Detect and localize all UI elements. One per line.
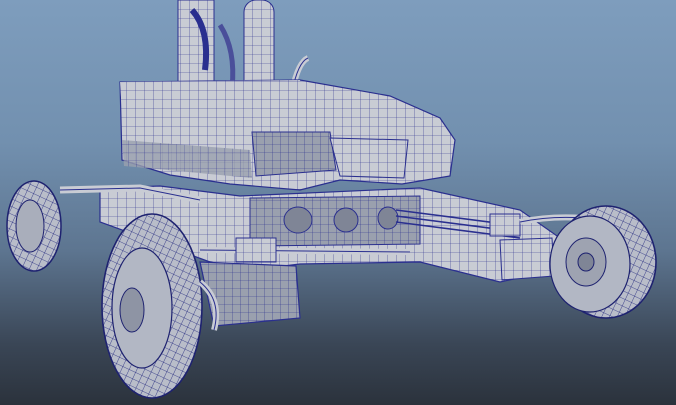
wheel-right (549, 205, 657, 319)
wireframe-render (6, 0, 657, 399)
wheel-rear-left (6, 180, 62, 272)
3d-viewport[interactable] (0, 0, 676, 405)
turntable-body (119, 79, 456, 191)
